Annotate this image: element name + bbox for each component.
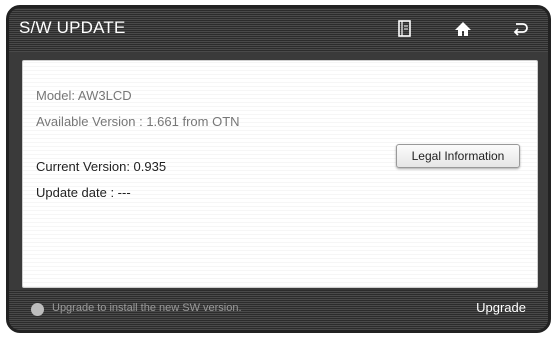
footer-bar: Upgrade to install the new SW version. U… (9, 290, 548, 330)
model-text: Model: AW3LCD (36, 88, 132, 103)
info-panel: Model: AW3LCD Available Version : 1.661 … (22, 60, 538, 288)
page-title: S/W UPDATE (19, 18, 126, 37)
header-bar: S/W UPDATE (9, 8, 548, 52)
legal-information-button[interactable]: Legal Information (396, 144, 520, 168)
manual-icon[interactable] (390, 14, 420, 44)
upgrade-button[interactable]: Upgrade (476, 300, 526, 315)
update-date-text: Update date : --- (36, 185, 131, 200)
available-version-text: Available Version : 1.661 from OTN (36, 114, 240, 129)
info-icon (31, 303, 44, 316)
home-icon[interactable] (448, 14, 478, 44)
current-version-text: Current Version: 0.935 (36, 159, 167, 174)
back-icon[interactable] (505, 14, 535, 44)
device-screen: S/W UPDATE Model: AW3LCD Available Versi… (6, 5, 551, 333)
footer-hint-text: Upgrade to install the new SW version. (52, 302, 242, 314)
